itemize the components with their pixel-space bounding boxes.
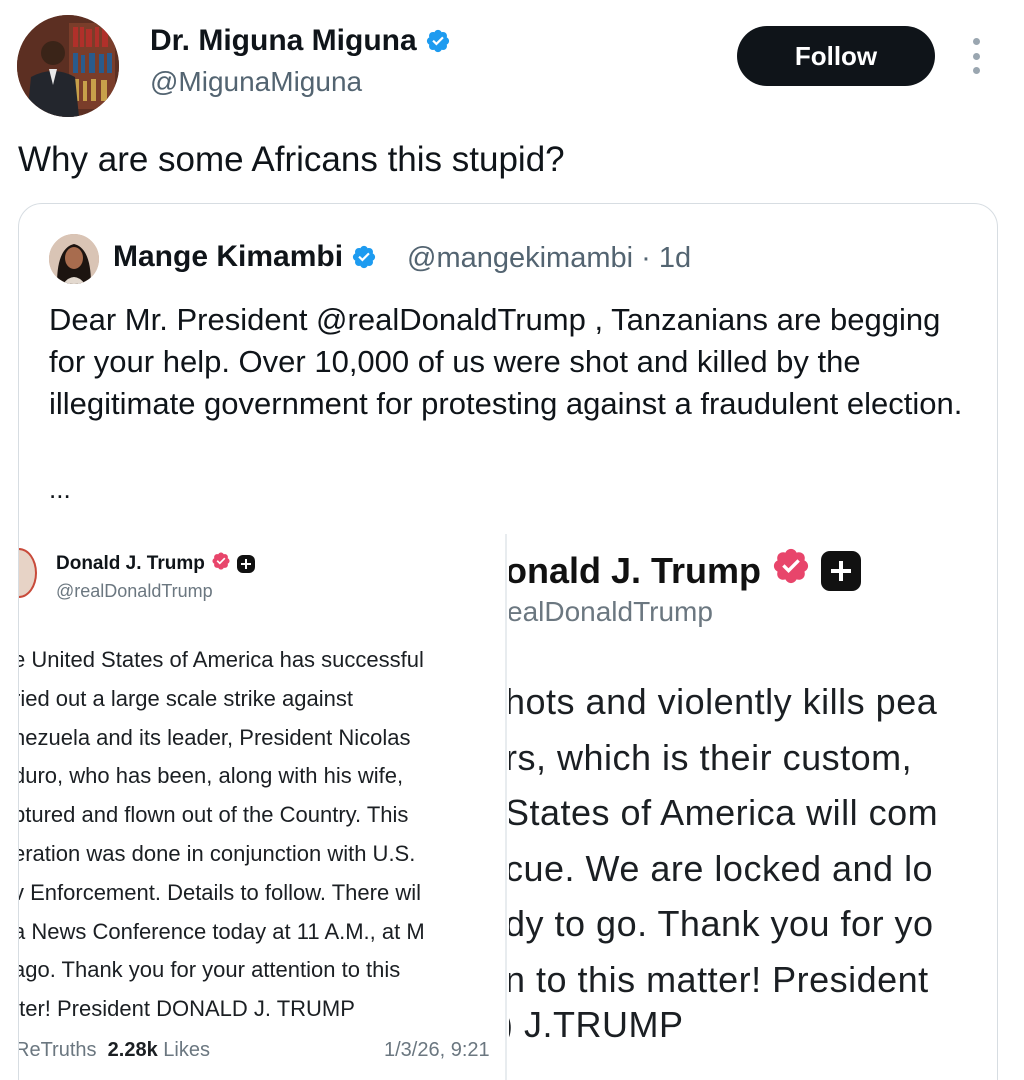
embedded-image-left[interactable]: Donald J. Trump @realDonaldTrump e Unite…: [19, 534, 507, 1080]
verified-badge-icon: [351, 244, 377, 270]
quote-ellipsis: ...: [49, 474, 71, 504]
truth-author-name-text: Donald J. Trump: [56, 553, 205, 574]
verified-badge-icon: [425, 28, 451, 54]
truth-plus-icon: [821, 550, 862, 591]
quote-author-handle-time[interactable]: @mangekimambi · 1d: [407, 242, 691, 275]
truth-author-name: Donald J. Trump: [56, 551, 255, 577]
truth-plus-icon: [236, 555, 255, 573]
embedded-image-right[interactable]: onald J. Trump ealDonaldTrump hots and v…: [509, 534, 997, 1080]
more-options-icon[interactable]: [966, 38, 986, 74]
quoted-post-card[interactable]: Mange Kimambi @mangekimambi · 1d Dear Mr…: [18, 203, 998, 1080]
quote-author-avatar[interactable]: [49, 234, 99, 284]
author-name[interactable]: Dr. Miguna Miguna: [150, 24, 451, 58]
author-avatar[interactable]: [17, 15, 119, 117]
truth-date: 1/3/26, 9:21: [384, 1039, 490, 1061]
author-name-text[interactable]: Dr. Miguna Miguna: [150, 24, 417, 58]
truth-author-avatar: [19, 548, 37, 598]
truth-author-name: onald J. Trump: [509, 546, 862, 595]
truth-body-text: e United States of America has successfu…: [19, 647, 425, 1022]
author-handle[interactable]: @MigunaMiguna: [150, 66, 362, 98]
likes-label: Likes: [163, 1039, 210, 1061]
follow-button[interactable]: Follow: [737, 26, 935, 86]
quote-author-name-text[interactable]: Mange Kimambi: [113, 240, 343, 274]
truth-author-handle: ealDonaldTrump: [509, 596, 713, 627]
post-text: Why are some Africans this stupid?: [18, 140, 565, 179]
truth-author-name-text: onald J. Trump: [509, 549, 762, 591]
truth-signature: ) J.TRUMP: [509, 1004, 684, 1045]
retruths-label: ReTruths: [19, 1039, 97, 1061]
truth-verified-icon: [211, 551, 231, 577]
truth-body-text: hots and violently kills pea rs, which i…: [509, 681, 939, 1000]
likes-count: 2.28k: [107, 1039, 158, 1061]
quote-author-name[interactable]: Mange Kimambi: [113, 240, 377, 274]
truth-verified-icon: [771, 546, 811, 595]
truth-author-handle: @realDonaldTrump: [56, 581, 213, 601]
quote-body-text: Dear Mr. President @realDonaldTrump , Ta…: [49, 302, 963, 421]
